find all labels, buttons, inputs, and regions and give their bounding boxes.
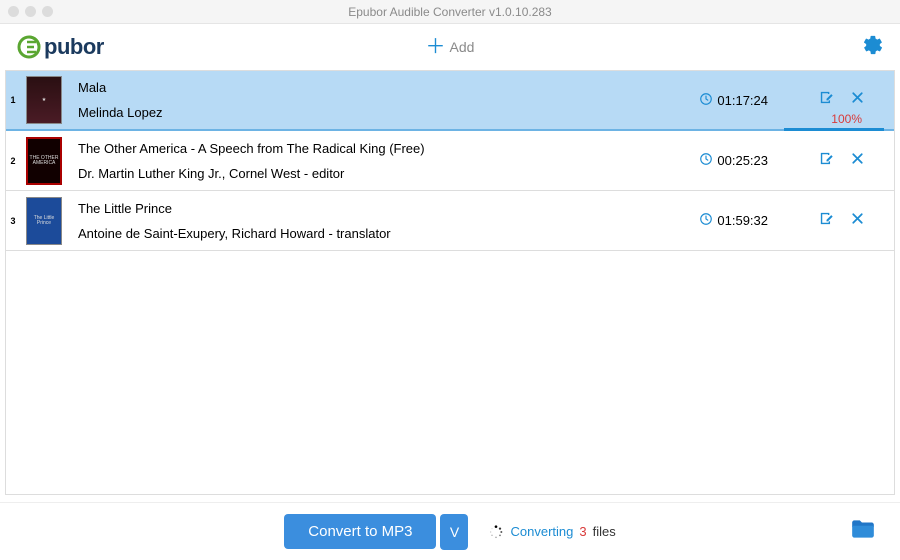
book-title: The Little Prince — [78, 201, 699, 216]
edit-button[interactable] — [818, 89, 835, 111]
row-meta: The Little Prince Antoine de Saint-Exupe… — [78, 201, 699, 241]
row-actions — [818, 210, 866, 232]
settings-button[interactable] — [862, 34, 884, 61]
edit-button[interactable] — [818, 150, 835, 172]
folder-icon — [850, 518, 876, 540]
chevron-down-icon: V — [450, 524, 459, 540]
progress-percent: 100% — [831, 112, 862, 126]
clock-icon — [699, 152, 713, 169]
remove-button[interactable] — [849, 89, 866, 111]
cover-thumbnail: ★ — [26, 76, 62, 124]
status-word: Converting — [510, 524, 573, 539]
add-button[interactable]: ＋ Add — [426, 37, 475, 57]
close-window-icon[interactable] — [8, 6, 19, 17]
status-count: 3 — [579, 524, 586, 539]
titlebar: Epubor Audible Converter v1.0.10.283 — [0, 0, 900, 24]
toolbar: pubor ＋ Add — [0, 24, 900, 70]
window-controls — [8, 6, 53, 17]
spinner-icon — [488, 524, 504, 540]
status-text: Converting 3 files — [488, 524, 615, 540]
logo: pubor — [16, 34, 104, 60]
edit-icon — [818, 89, 835, 106]
footer: Convert to MP3 V Converting 3 files — [0, 502, 900, 560]
clock-icon — [699, 212, 713, 229]
close-icon — [849, 210, 866, 227]
edit-icon — [818, 150, 835, 167]
logo-icon — [16, 34, 42, 60]
logo-text: pubor — [44, 34, 104, 60]
status-files: files — [593, 524, 616, 539]
book-title: The Other America - A Speech from The Ra… — [78, 141, 699, 156]
close-icon — [849, 150, 866, 167]
duration: 01:59:32 — [699, 212, 768, 229]
row-meta: The Other America - A Speech from The Ra… — [78, 141, 699, 181]
add-label: Add — [450, 39, 475, 55]
clock-icon — [699, 92, 713, 109]
row-actions — [818, 89, 866, 111]
open-folder-button[interactable] — [850, 518, 876, 545]
row-meta: Mala Melinda Lopez — [78, 80, 699, 120]
plus-icon: ＋ — [426, 37, 446, 57]
remove-button[interactable] — [849, 150, 866, 172]
row-actions — [818, 150, 866, 172]
book-title: Mala — [78, 80, 699, 95]
duration: 00:25:23 — [699, 152, 768, 169]
duration: 01:17:24 — [699, 92, 768, 109]
row-number: 3 — [6, 216, 20, 226]
book-author: Melinda Lopez — [78, 105, 699, 120]
duration-value: 01:59:32 — [717, 213, 768, 228]
zoom-window-icon[interactable] — [42, 6, 53, 17]
book-author: Antoine de Saint-Exupery, Richard Howard… — [78, 226, 699, 241]
duration-value: 00:25:23 — [717, 153, 768, 168]
row-number: 2 — [6, 156, 20, 166]
row-number: 1 — [6, 95, 20, 105]
list-item[interactable]: 1 ★ Mala Melinda Lopez 01:17:24 100% — [6, 71, 894, 131]
convert-label: Convert to MP3 — [308, 523, 412, 540]
convert-button[interactable]: Convert to MP3 — [284, 514, 436, 549]
remove-button[interactable] — [849, 210, 866, 232]
book-author: Dr. Martin Luther King Jr., Cornel West … — [78, 166, 699, 181]
audiobook-list: 1 ★ Mala Melinda Lopez 01:17:24 100% 2 — [6, 70, 894, 494]
duration-value: 01:17:24 — [717, 93, 768, 108]
close-icon — [849, 89, 866, 106]
list-item[interactable]: 2 THE OTHER AMERICA The Other America - … — [6, 131, 894, 191]
cover-thumbnail: The Little Prince — [26, 197, 62, 245]
window-title: Epubor Audible Converter v1.0.10.283 — [0, 5, 900, 19]
edit-button[interactable] — [818, 210, 835, 232]
cover-thumbnail: THE OTHER AMERICA — [26, 137, 62, 185]
gear-icon — [862, 34, 884, 56]
edit-icon — [818, 210, 835, 227]
format-dropdown[interactable]: V — [440, 514, 468, 550]
minimize-window-icon[interactable] — [25, 6, 36, 17]
list-item[interactable]: 3 The Little Prince The Little Prince An… — [6, 191, 894, 251]
